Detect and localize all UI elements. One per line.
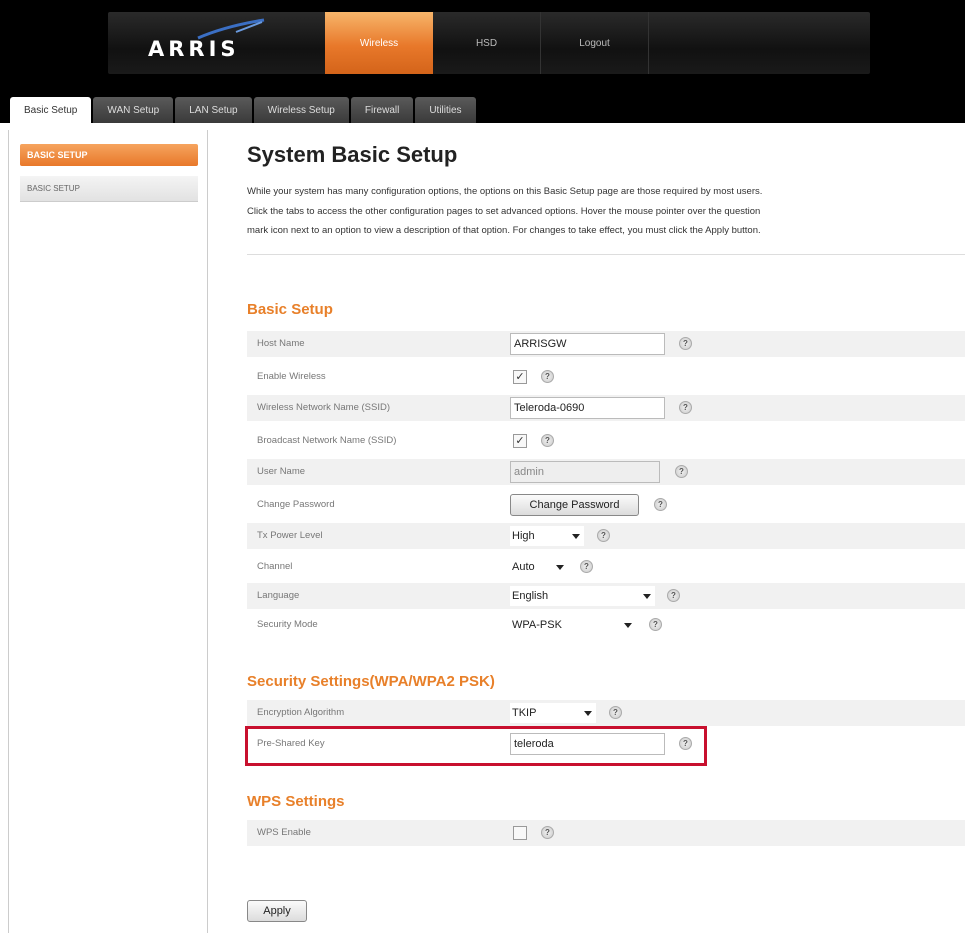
- encryption-select[interactable]: TKIP: [510, 703, 596, 723]
- host-name-input[interactable]: [510, 333, 665, 355]
- help-icon[interactable]: ?: [675, 465, 688, 478]
- enable-wireless-checkbox[interactable]: ✓: [513, 370, 527, 384]
- row-wps-enable: WPS Enable ?: [247, 820, 965, 846]
- help-icon[interactable]: ?: [667, 589, 680, 602]
- sidebar-item-basic-setup[interactable]: BASIC SETUP: [20, 176, 198, 202]
- sidebar-header-basic-setup[interactable]: BASIC SETUP: [20, 144, 198, 166]
- row-encryption: Encryption Algorithm TKIP ?: [247, 700, 965, 726]
- ssid-input[interactable]: [510, 397, 665, 419]
- security-mode-select[interactable]: WPA-PSK: [510, 615, 636, 635]
- row-host-name: Host Name ?: [247, 331, 965, 357]
- intro-line: Click the tabs to access the other confi…: [247, 205, 761, 217]
- row-channel: Channel Auto ?: [247, 554, 965, 580]
- sidebar: BASIC SETUP BASIC SETUP: [8, 130, 208, 933]
- row-user-name: User Name ?: [247, 459, 965, 485]
- nav-hsd[interactable]: HSD: [433, 12, 541, 74]
- help-icon[interactable]: ?: [597, 529, 610, 542]
- tab-firewall[interactable]: Firewall: [350, 97, 414, 123]
- section-title-security-settings: Security Settings(WPA/WPA2 PSK): [247, 673, 495, 690]
- user-name-label: User Name: [257, 466, 306, 477]
- tab-wan-setup[interactable]: WAN Setup: [93, 97, 174, 123]
- wps-enable-checkbox[interactable]: [513, 826, 527, 840]
- nav-logout[interactable]: Logout: [541, 12, 649, 74]
- help-icon[interactable]: ?: [679, 401, 692, 414]
- section-title-wps-settings: WPS Settings: [247, 793, 345, 810]
- tab-wireless-setup[interactable]: Wireless Setup: [253, 97, 349, 123]
- nav-wireless[interactable]: Wireless: [325, 12, 433, 74]
- user-name-input: [510, 461, 660, 483]
- security-mode-label: Security Mode: [257, 619, 318, 630]
- top-header: ARRIS Wireless HSD Logout: [0, 0, 965, 95]
- help-icon[interactable]: ?: [580, 560, 593, 573]
- channel-select[interactable]: Auto: [510, 557, 568, 577]
- highlight-box: [245, 726, 707, 766]
- tab-lan-setup[interactable]: LAN Setup: [175, 97, 252, 123]
- broadcast-ssid-label: Broadcast Network Name (SSID): [257, 435, 397, 446]
- header-bar: ARRIS Wireless HSD Logout: [108, 12, 870, 74]
- help-icon[interactable]: ?: [541, 370, 554, 383]
- help-icon[interactable]: ?: [541, 434, 554, 447]
- change-password-button[interactable]: Change Password: [510, 494, 639, 516]
- section-title-basic-setup: Basic Setup: [247, 301, 333, 318]
- host-name-label: Host Name: [257, 338, 305, 349]
- row-tx-power: Tx Power Level High ?: [247, 523, 965, 549]
- page-title: System Basic Setup: [247, 142, 458, 167]
- row-language: Language English ?: [247, 583, 965, 609]
- row-ssid: Wireless Network Name (SSID) ?: [247, 395, 965, 421]
- row-enable-wireless: Enable Wireless ✓ ?: [247, 364, 965, 390]
- language-value: English: [512, 590, 549, 602]
- channel-value: Auto: [512, 561, 535, 573]
- wps-enable-label: WPS Enable: [257, 827, 311, 838]
- tx-power-label: Tx Power Level: [257, 530, 323, 541]
- help-icon[interactable]: ?: [541, 826, 554, 839]
- row-change-password: Change Password Change Password ?: [247, 492, 965, 518]
- tab-bar: Basic Setup WAN Setup LAN Setup Wireless…: [0, 95, 965, 123]
- top-nav: Wireless HSD Logout: [325, 12, 649, 74]
- tab-utilities[interactable]: Utilities: [415, 97, 476, 123]
- chevron-down-icon: [643, 594, 651, 599]
- channel-label: Channel: [257, 561, 293, 572]
- help-icon[interactable]: ?: [649, 618, 662, 631]
- help-icon[interactable]: ?: [609, 706, 622, 719]
- chevron-down-icon: [624, 623, 632, 628]
- chevron-down-icon: [572, 534, 580, 539]
- chevron-down-icon: [556, 565, 564, 570]
- broadcast-ssid-checkbox[interactable]: ✓: [513, 434, 527, 448]
- tab-basic-setup[interactable]: Basic Setup: [10, 97, 92, 123]
- language-select[interactable]: English: [510, 586, 655, 606]
- security-mode-value: WPA-PSK: [512, 619, 562, 631]
- divider: [247, 254, 965, 255]
- intro-text: While your system has many configuration…: [247, 182, 965, 241]
- arris-logo: ARRIS: [148, 37, 240, 61]
- row-broadcast-ssid: Broadcast Network Name (SSID) ✓ ?: [247, 428, 965, 454]
- encryption-value: TKIP: [512, 707, 537, 719]
- language-label: Language: [257, 590, 300, 601]
- chevron-down-icon: [584, 711, 592, 716]
- encryption-label: Encryption Algorithm: [257, 707, 345, 718]
- tx-power-select[interactable]: High: [510, 526, 584, 546]
- help-icon[interactable]: ?: [654, 498, 667, 511]
- row-security-mode: Security Mode WPA-PSK ?: [247, 612, 965, 638]
- tx-power-value: High: [512, 530, 535, 542]
- help-icon[interactable]: ?: [679, 337, 692, 350]
- enable-wireless-label: Enable Wireless: [257, 371, 326, 382]
- intro-line: mark icon next to an option to view a de…: [247, 225, 761, 236]
- apply-button[interactable]: Apply: [247, 900, 307, 922]
- change-password-label: Change Password: [257, 499, 335, 510]
- intro-line: While your system has many configuration…: [247, 186, 763, 197]
- ssid-label: Wireless Network Name (SSID): [257, 402, 391, 413]
